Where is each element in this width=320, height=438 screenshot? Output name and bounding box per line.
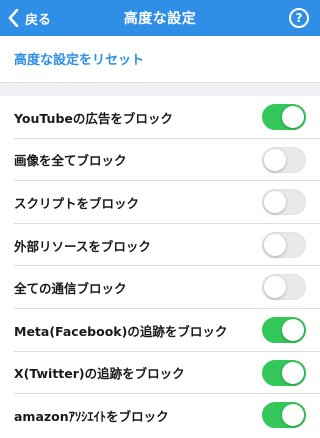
setting-label: スクリプトをブロック (14, 195, 140, 211)
setting-row-meta-tracking: Meta(Facebook)の追跡をブロック (0, 309, 320, 352)
setting-label: Meta(Facebook)の追跡をブロック (14, 323, 228, 339)
toggle-knob (264, 233, 286, 256)
setting-label: 画像を全てブロック (14, 153, 127, 169)
setting-row-block-scripts: スクリプトをブロック (0, 181, 320, 224)
setting-label: amazonｱｿｼｴｲﾄをブロック (14, 408, 169, 424)
setting-label: 全ての通信ブロック (14, 281, 127, 297)
setting-label: YouTubeの広告をブロック (14, 110, 173, 126)
x-tracking-toggle[interactable] (262, 359, 306, 386)
reset-section: 高度な設定をリセット (0, 36, 320, 82)
setting-row-amazon-associate: amazonｱｿｼｴｲﾄをブロック (0, 394, 320, 437)
setting-row-block-images: 画像を全てブロック (0, 139, 320, 182)
block-all-traffic-toggle[interactable] (262, 274, 306, 301)
setting-row-x-tracking: X(Twitter)の追跡をブロック (0, 352, 320, 395)
toggle-knob (282, 106, 304, 128)
block-images-toggle[interactable] (262, 146, 306, 173)
setting-label: 外部リソースをブロック (14, 238, 151, 254)
block-scripts-toggle[interactable] (262, 189, 306, 216)
reset-settings-link[interactable]: 高度な設定をリセット (14, 49, 144, 68)
back-label: 戻る (25, 12, 52, 28)
setting-label: X(Twitter)の追跡をブロック (14, 366, 185, 382)
back-button[interactable]: 戻る (8, 0, 51, 36)
toggle-knob (264, 191, 286, 214)
settings-list: YouTubeの広告をブロック 画像を全てブロック スクリプトをブロック 外部リ… (0, 96, 320, 437)
toggle-knob (282, 361, 304, 384)
toggle-knob (282, 318, 304, 341)
external-resources-toggle[interactable] (262, 231, 306, 258)
section-separator (0, 82, 320, 96)
setting-row-external-resources: 外部リソースをブロック (0, 224, 320, 267)
amazon-associate-toggle[interactable] (262, 402, 306, 429)
meta-tracking-toggle[interactable] (262, 316, 306, 343)
chevron-left-icon (8, 9, 19, 27)
toggle-knob (282, 404, 304, 427)
youtube-ads-toggle[interactable] (262, 104, 306, 130)
toggle-knob (264, 148, 286, 171)
toggle-knob (264, 276, 286, 299)
nav-bar: 戻る 高度な設定 ? (0, 0, 320, 36)
setting-row-youtube-ads: YouTubeの広告をブロック (0, 96, 320, 139)
setting-row-block-all-traffic: 全ての通信ブロック (0, 266, 320, 309)
help-icon[interactable]: ? (289, 8, 309, 28)
